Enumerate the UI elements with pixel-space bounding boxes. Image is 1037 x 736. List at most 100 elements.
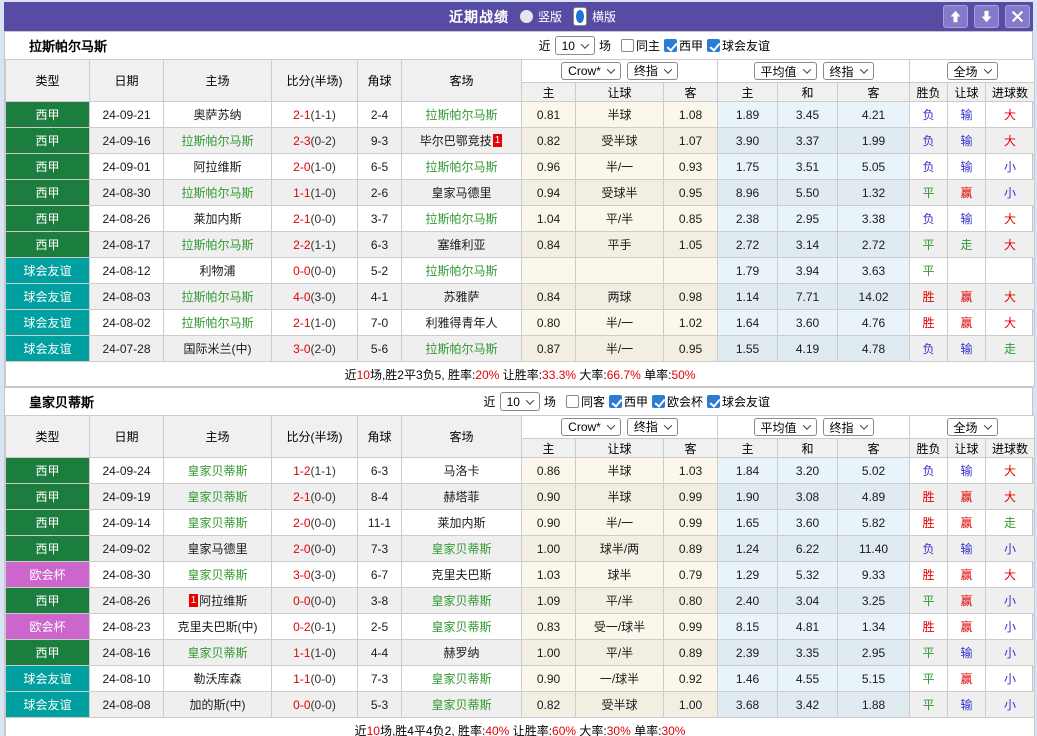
corner-score: 6-5: [358, 154, 402, 180]
competition-type-badge: 球会友谊: [6, 666, 90, 692]
away-team: 皇家贝蒂斯: [402, 666, 522, 692]
corner-score: 3-7: [358, 206, 402, 232]
result-flag: 负: [910, 336, 948, 362]
result-flag: 走: [986, 510, 1035, 536]
competition-type-badge: 西甲: [6, 154, 90, 180]
result-flag: 胜: [910, 284, 948, 310]
handicap-odds-cell: 球半: [576, 562, 664, 588]
handicap-odds-cell: 0.99: [664, 510, 718, 536]
odds-time-select[interactable]: 终指: [627, 62, 678, 80]
filter-checkbox[interactable]: 球会友谊: [707, 37, 770, 54]
average-odds-select[interactable]: 平均值: [754, 418, 817, 436]
handicap-odds-cell: 平手: [576, 232, 664, 258]
radio-selected-icon[interactable]: [573, 7, 587, 26]
europe-odds-cell: 4.89: [838, 484, 910, 510]
checkbox-checked-icon[interactable]: [609, 395, 622, 408]
filter-checkbox[interactable]: 同客: [566, 393, 605, 410]
handicap-odds-cell: 0.99: [664, 484, 718, 510]
europe-odds-cell: 1.32: [838, 180, 910, 206]
competition-type-badge: 西甲: [6, 484, 90, 510]
handicap-odds-cell: 0.83: [522, 614, 576, 640]
away-team: 利雅得青年人: [402, 310, 522, 336]
europe-odds-cell: 4.81: [778, 614, 838, 640]
scope-select[interactable]: 全场: [947, 418, 998, 436]
subcolumn-header: 主: [718, 439, 778, 458]
away-team: 赫罗纳: [402, 640, 522, 666]
match-count-select[interactable]: 10: [500, 392, 540, 411]
filter-checkbox[interactable]: 球会友谊: [707, 393, 770, 410]
filter-checkbox[interactable]: 西甲: [609, 393, 648, 410]
score: 0-0(0-0): [272, 258, 358, 284]
average-time-select[interactable]: 终指: [823, 62, 874, 80]
checkbox-checked-icon[interactable]: [652, 395, 665, 408]
games-label: 场: [599, 37, 611, 54]
filter-checkbox[interactable]: 同主: [621, 37, 660, 54]
average-time-select[interactable]: 终指: [823, 418, 874, 436]
dropdown-chevron-icon: [607, 422, 615, 430]
checkbox-unchecked-icon[interactable]: [566, 395, 579, 408]
handicap-odds-cell: 一/球半: [576, 666, 664, 692]
handicap-odds-cell: 0.89: [664, 536, 718, 562]
europe-odds-cell: 1.55: [718, 336, 778, 362]
match-date: 24-08-30: [90, 180, 164, 206]
result-flag: 大: [986, 484, 1035, 510]
europe-odds-cell: 3.63: [838, 258, 910, 284]
odds-company-select[interactable]: Crow*: [561, 418, 621, 436]
checkbox-checked-icon[interactable]: [707, 39, 720, 52]
dropdown-chevron-icon: [802, 65, 810, 73]
odds-company-select[interactable]: Crow*: [561, 62, 621, 80]
handicap-odds-cell: 平/半: [576, 588, 664, 614]
filter-checkbox[interactable]: 欧会杯: [652, 393, 703, 410]
down-arrow-icon: [980, 10, 993, 23]
match-date: 24-09-02: [90, 536, 164, 562]
handicap-odds-cell: 半球: [576, 484, 664, 510]
close-button[interactable]: [1005, 5, 1030, 28]
team-name: 皇家贝蒂斯: [29, 392, 94, 411]
radio-unselected-icon[interactable]: [520, 10, 533, 23]
corner-score: 9-3: [358, 128, 402, 154]
column-header: 主场: [164, 416, 272, 458]
checkbox-checked-icon[interactable]: [707, 395, 720, 408]
home-team: 国际米兰(中): [164, 336, 272, 362]
subcolumn-header: 和: [778, 439, 838, 458]
checkbox-checked-icon[interactable]: [664, 39, 677, 52]
handicap-odds-cell: 1.09: [522, 588, 576, 614]
layout-radio-vertical[interactable]: 竖版: [520, 8, 562, 25]
home-team: 拉斯帕尔马斯: [164, 310, 272, 336]
move-up-button[interactable]: [943, 5, 968, 28]
corner-score: 5-2: [358, 258, 402, 284]
column-header: 类型: [6, 416, 90, 458]
score: 2-1(0-0): [272, 484, 358, 510]
handicap-odds-cell: 1.00: [522, 536, 576, 562]
subcolumn-header: 让球: [948, 439, 986, 458]
europe-odds-cell: 5.05: [838, 154, 910, 180]
corner-score: 6-3: [358, 458, 402, 484]
odds-time-select[interactable]: 终指: [627, 418, 678, 436]
move-down-button[interactable]: [974, 5, 999, 28]
europe-odds-cell: 3.94: [778, 258, 838, 284]
checkbox-unchecked-icon[interactable]: [621, 39, 634, 52]
handicap-odds-cell: 0.87: [522, 336, 576, 362]
europe-odds-cell: 4.55: [778, 666, 838, 692]
match-count-select[interactable]: 10: [555, 36, 595, 55]
handicap-odds-cell: 1.07: [664, 128, 718, 154]
layout-radio-horizontal[interactable]: 横版: [573, 7, 616, 26]
filter-checkbox[interactable]: 西甲: [664, 37, 703, 54]
home-team: 皇家贝蒂斯: [164, 562, 272, 588]
handicap-odds-cell: 半/一: [576, 310, 664, 336]
handicap-odds-cell: 1.03: [664, 458, 718, 484]
score: 2-2(1-1): [272, 232, 358, 258]
result-flag: 小: [986, 692, 1035, 718]
scope-select[interactable]: 全场: [947, 62, 998, 80]
handicap-odds-cell: 0.89: [664, 640, 718, 666]
result-flag: 胜: [910, 484, 948, 510]
result-flag: 输: [948, 102, 986, 128]
competition-type-badge: 西甲: [6, 588, 90, 614]
results-table: 类型日期主场比分(半场)角球客场Crow*终指平均值终指全场主让球客主和客胜负让…: [5, 415, 1035, 736]
corner-score: 3-8: [358, 588, 402, 614]
subcolumn-header: 胜负: [910, 439, 948, 458]
away-team: 拉斯帕尔马斯: [402, 206, 522, 232]
result-flag: 赢: [948, 310, 986, 336]
away-team: 皇家贝蒂斯: [402, 692, 522, 718]
average-odds-select[interactable]: 平均值: [754, 62, 817, 80]
